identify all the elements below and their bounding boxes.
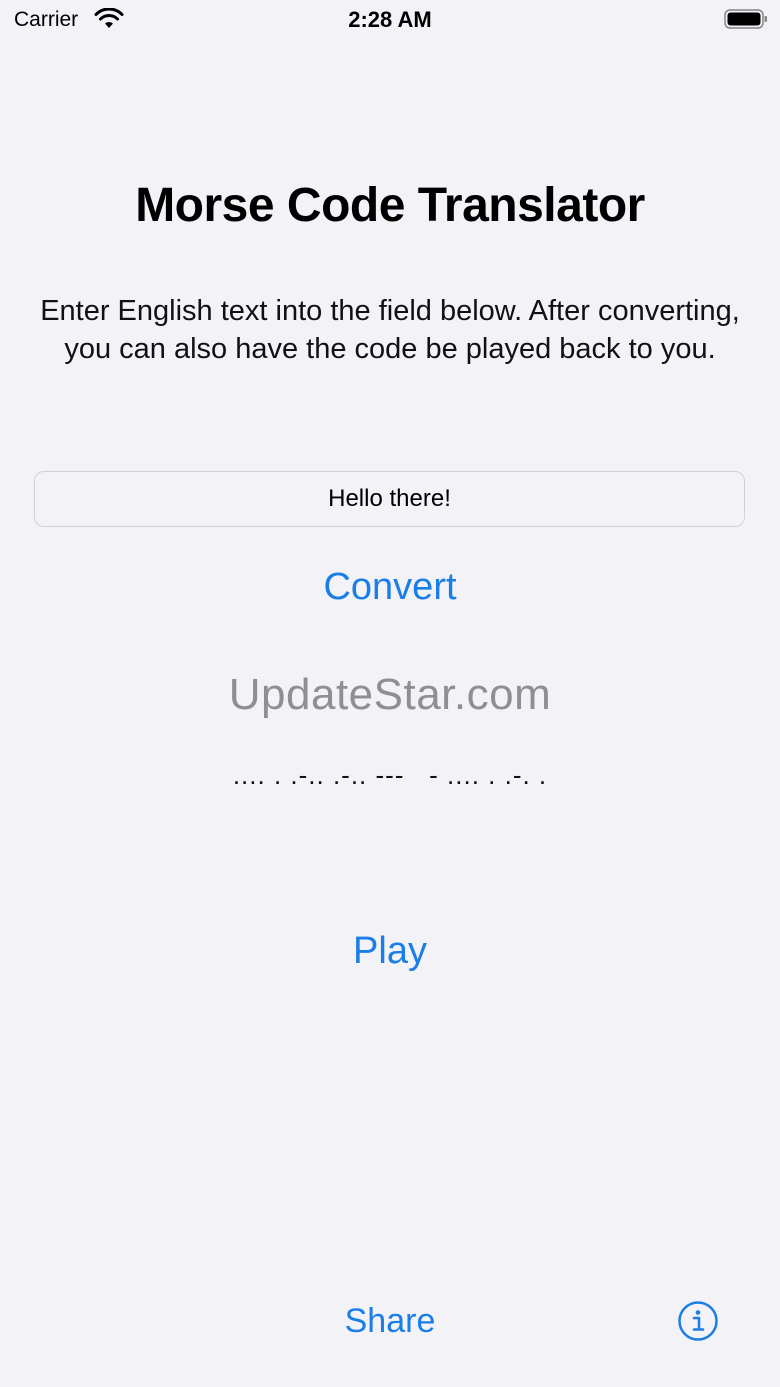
- morse-output: .... . .-.. .-.. --- - .... . .-. .: [232, 760, 548, 790]
- status-bar: Carrier 2:28 AM: [0, 0, 780, 40]
- watermark: UpdateStar.com: [228, 670, 552, 719]
- page-title: Morse Code Translator: [135, 179, 645, 232]
- english-text-field[interactable]: [34, 471, 745, 527]
- share-button[interactable]: Share: [0, 1302, 780, 1341]
- play-button[interactable]: Play: [0, 930, 780, 973]
- instructions-text: Enter English text into the field below.…: [40, 295, 740, 365]
- battery-icon: [724, 9, 767, 29]
- english-text-input[interactable]: [35, 472, 744, 526]
- info-circle-icon[interactable]: [677, 1300, 719, 1342]
- convert-button[interactable]: Convert: [0, 566, 780, 609]
- clock: 2:28 AM: [348, 7, 432, 32]
